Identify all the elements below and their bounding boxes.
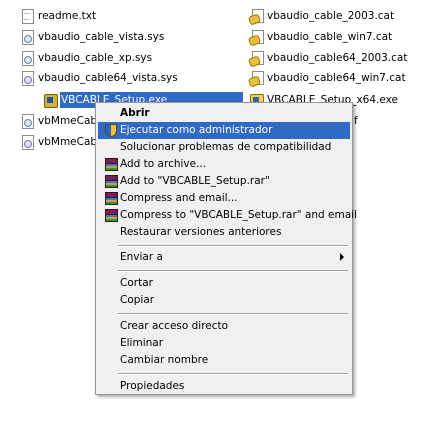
catalog-icon xyxy=(249,50,264,66)
file-vbaudio-cable-xp-sys[interactable]: vbaudio_cable_xp.sys xyxy=(20,49,153,67)
menu-item-restore-versions[interactable]: Restaurar versiones anteriores xyxy=(98,224,350,241)
menu-item-label: Copiar xyxy=(120,294,155,306)
file-partial-f[interactable]: f xyxy=(353,112,359,130)
submenu-arrow-icon xyxy=(340,253,344,261)
menu-item-label: Compress and email... xyxy=(120,192,238,204)
menu-separator xyxy=(118,270,348,272)
winrar-icon xyxy=(103,191,118,205)
menu-item-compress-rar-email[interactable]: Compress to "VBCABLE_Setup.rar" and emai… xyxy=(98,207,357,224)
file-label: vbaudio_cable_vista.sys xyxy=(38,31,165,43)
menu-item-send-to[interactable]: Enviar a xyxy=(98,249,350,266)
menu-item-label: Solucionar problemas de compatibilidad xyxy=(120,141,332,153)
system-file-icon xyxy=(20,29,34,45)
context-menu: Abrir Ejecutar como administrador Soluci… xyxy=(95,102,357,395)
menu-item-label: Abrir xyxy=(120,107,150,119)
file-label: readme.txt xyxy=(38,10,97,22)
menu-item-rename[interactable]: Cambiar nombre xyxy=(98,352,350,369)
menu-item-label: Ejecutar como administrador xyxy=(120,124,273,136)
menu-item-label: Eliminar xyxy=(120,337,164,349)
menu-item-label: Add to "VBCABLE_Setup.rar" xyxy=(120,175,270,187)
system-file-icon xyxy=(20,50,34,66)
file-vbaudio-cable64-win7-cat[interactable]: vbaudio_cable64_win7.cat xyxy=(249,69,407,87)
menu-item-label: Cambiar nombre xyxy=(120,354,209,366)
menu-item-label: Restaurar versiones anteriores xyxy=(120,226,282,238)
file-vbaudio-cable-win7-cat[interactable]: vbaudio_cable_win7.cat xyxy=(249,28,393,46)
menu-item-run-as-admin[interactable]: Ejecutar como administrador xyxy=(98,122,350,139)
winrar-icon xyxy=(103,208,118,222)
menu-separator xyxy=(118,313,348,315)
file-vbaudio-cable64-2003-cat[interactable]: vbaudio_cable64_2003.cat xyxy=(249,49,408,67)
vbcable-exe-icon xyxy=(43,92,58,108)
winrar-icon xyxy=(103,174,118,188)
menu-item-add-to-rar[interactable]: Add to "VBCABLE_Setup.rar" xyxy=(98,173,350,190)
menu-item-delete[interactable]: Eliminar xyxy=(98,335,350,352)
menu-item-compress-email[interactable]: Compress and email... xyxy=(98,190,350,207)
file-vbaudio-cable64-vista-sys[interactable]: vbaudio_cable64_vista.sys xyxy=(20,69,179,87)
file-readme[interactable]: readme.txt xyxy=(20,7,97,25)
menu-item-label: Compress to "VBCABLE_Setup.rar" and emai… xyxy=(120,209,358,221)
menu-item-open[interactable]: Abrir xyxy=(98,105,350,122)
menu-item-label: Propiedades xyxy=(120,380,185,392)
file-label: f xyxy=(354,115,358,127)
menu-item-label: Add to archive... xyxy=(120,158,207,170)
file-label: vbaudio_cable64_vista.sys xyxy=(38,72,178,84)
file-label: vbaudio_cable_xp.sys xyxy=(38,52,153,64)
menu-item-properties[interactable]: Propiedades xyxy=(98,378,350,395)
file-label: vbaudio_cable64_win7.cat xyxy=(267,72,406,84)
menu-item-label: Crear acceso directo xyxy=(120,320,229,332)
winrar-icon xyxy=(103,157,118,171)
document-icon xyxy=(20,8,34,24)
file-label: vbaudio_cable64_2003.cat xyxy=(267,52,408,64)
uac-shield-icon xyxy=(103,123,117,137)
menu-item-label: Cortar xyxy=(120,277,153,289)
system-file-icon xyxy=(20,113,34,129)
menu-item-cut[interactable]: Cortar xyxy=(98,275,350,292)
menu-separator xyxy=(118,245,348,247)
system-file-icon xyxy=(20,70,34,86)
menu-item-create-shortcut[interactable]: Crear acceso directo xyxy=(98,318,350,335)
file-vbaudio-cable-vista-sys[interactable]: vbaudio_cable_vista.sys xyxy=(20,28,165,46)
catalog-icon xyxy=(249,8,264,24)
file-label: vbaudio_cable_2003.cat xyxy=(267,10,395,22)
system-file-icon xyxy=(20,134,34,150)
menu-item-troubleshoot-compat[interactable]: Solucionar problemas de compatibilidad xyxy=(98,139,350,156)
catalog-icon xyxy=(249,29,264,45)
menu-item-label: Enviar a xyxy=(120,251,163,263)
menu-item-add-to-archive[interactable]: Add to archive... xyxy=(98,156,350,173)
menu-item-copy[interactable]: Copiar xyxy=(98,292,350,309)
menu-separator xyxy=(118,373,348,375)
file-label: vbaudio_cable_win7.cat xyxy=(267,31,393,43)
catalog-icon xyxy=(249,70,264,86)
file-vbaudio-cable-2003-cat[interactable]: vbaudio_cable_2003.cat xyxy=(249,7,395,25)
